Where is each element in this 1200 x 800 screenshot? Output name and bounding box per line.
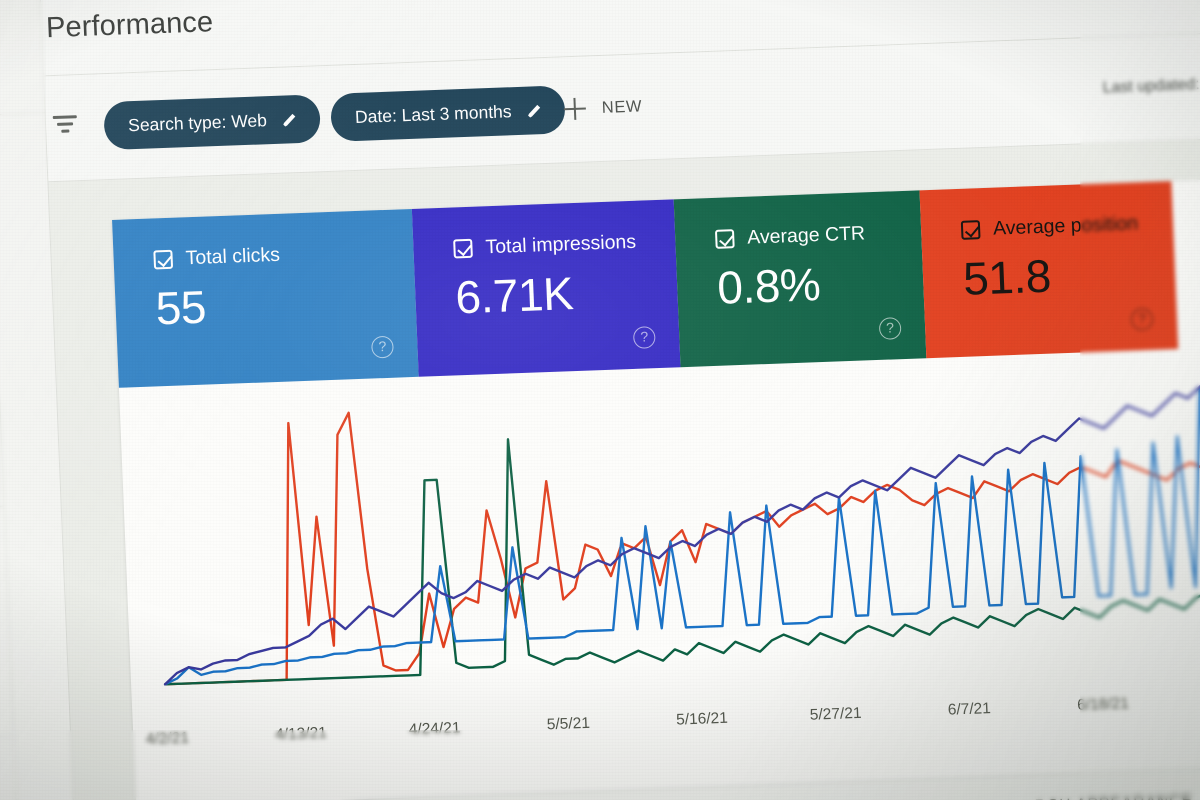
help-icon[interactable]: ? <box>371 335 394 359</box>
plus-icon <box>563 98 586 121</box>
help-icon[interactable]: ? <box>632 326 656 349</box>
last-updated-text: Last updated: 5 hour <box>1102 74 1200 97</box>
metric-card-label: Average position <box>992 212 1139 240</box>
filter-chip-search-type[interactable]: Search type: Web <box>103 94 321 151</box>
performance-chart: 4/2/21 4/13/21 4/24/21 5/5/21 5/16/21 5/27/21… <box>119 346 1200 800</box>
metric-card-label: Average CTR <box>746 222 866 249</box>
chart-x-tick-label: 5/27/21 <box>809 704 862 724</box>
panel-divider <box>0 0 20 800</box>
new-filter-button[interactable]: NEW <box>563 82 643 133</box>
metric-card-header: Average position <box>960 211 1174 242</box>
chart-x-tick-label: 4/13/21 <box>274 724 328 744</box>
performance-panel: Total clicks 55? Total impressions 6.71K? Av… <box>112 178 1200 800</box>
filter-chip-search-type-label: Search type: Web <box>127 109 268 135</box>
checkbox-checked-icon[interactable] <box>714 229 735 249</box>
search-console-screen: Performance Search type: Web Date: Last … <box>0 0 1200 800</box>
metric-card-header: Average CTR <box>714 220 922 251</box>
checkbox-checked-icon[interactable] <box>153 249 174 270</box>
pencil-icon[interactable] <box>525 102 543 120</box>
checkbox-checked-icon[interactable] <box>960 220 981 240</box>
pencil-icon[interactable] <box>281 111 299 129</box>
new-filter-button-label: NEW <box>601 96 643 117</box>
panel-divider-h1 <box>0 112 46 118</box>
tab-search-appearance[interactable]: SEARCH APPEARANCE <box>1000 792 1193 800</box>
chart-x-tick-label: 6/7/21 <box>947 700 992 719</box>
chart-x-tick-label: 4/24/21 <box>408 719 461 739</box>
metric-card-value: 0.8% <box>716 258 822 314</box>
metric-card-total-impressions[interactable]: Total impressions 6.71K? <box>411 199 681 377</box>
metric-card-average-position[interactable]: Average position 51.8? <box>919 181 1179 359</box>
panel-divider-h4 <box>0 735 14 740</box>
metric-card-value: 6.71K <box>454 267 575 324</box>
metric-card-label: Total impressions <box>485 230 637 259</box>
page-title: Performance <box>45 6 214 45</box>
chart-x-tick-label: 5/5/21 <box>546 714 591 734</box>
metric-card-value: 51.8 <box>962 249 1052 305</box>
chart-x-axis-labels: 4/2/21 4/13/21 4/24/21 5/5/21 5/16/21 5/27/21… <box>119 346 1200 800</box>
filter-chip-date-label: Date: Last 3 months <box>354 100 512 127</box>
help-icon[interactable]: ? <box>1130 307 1154 331</box>
screen-photo: Performance Search type: Web Date: Last … <box>0 0 1200 800</box>
filter-chip-date[interactable]: Date: Last 3 months <box>330 85 566 142</box>
filter-funnel-icon[interactable] <box>52 115 79 138</box>
checkbox-checked-icon[interactable] <box>453 238 473 259</box>
metric-card-value: 55 <box>154 280 207 335</box>
chart-x-tick-label: 5/16/21 <box>675 709 729 729</box>
metric-card-header: Total clicks <box>153 239 414 272</box>
help-icon[interactable]: ? <box>878 317 902 340</box>
metric-card-total-clicks[interactable]: Total clicks 55? <box>112 208 419 388</box>
chart-x-tick-label: 6/18/21 <box>1076 695 1130 714</box>
metric-card-label: Total clicks <box>185 243 281 270</box>
chart-x-tick-label: 4/2/21 <box>145 729 190 749</box>
metric-card-header: Total impressions <box>453 229 676 260</box>
metric-card-average-ctr[interactable]: Average CTR 0.8%? <box>673 190 927 368</box>
